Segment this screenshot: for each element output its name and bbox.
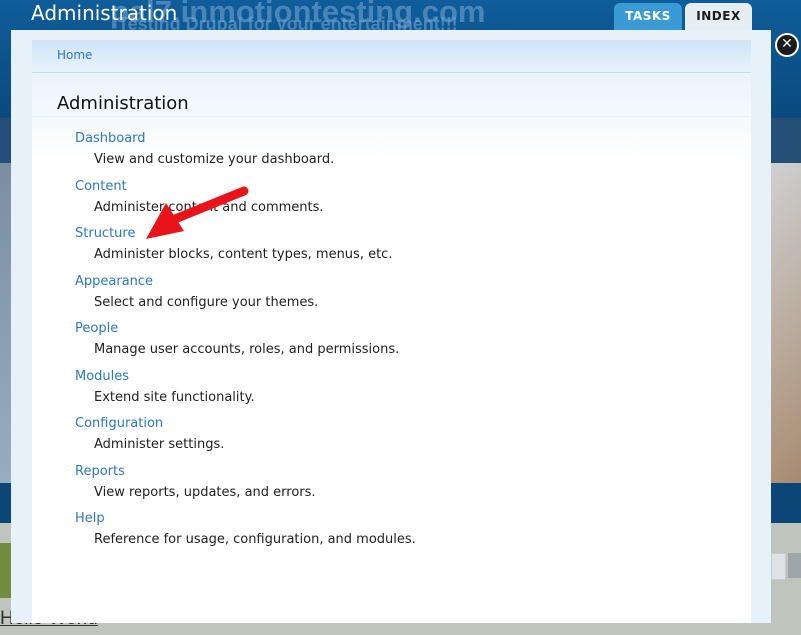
tab-index[interactable]: INDEX [685,3,752,30]
modules-link[interactable]: Modules [75,369,129,385]
structure-link[interactable]: Structure [75,226,135,242]
tab-tasks[interactable]: TASKS [614,3,682,30]
reports-link[interactable]: Reports [75,464,125,480]
annotation-arrow-icon [146,186,249,239]
configuration-description: Administer settings. [94,437,225,452]
breadcrumb [32,40,751,73]
breadcrumb-home-link[interactable]: Home [57,48,92,62]
dashboard-description: View and customize your dashboard. [94,152,335,167]
configuration-link[interactable]: Configuration [75,416,163,432]
site-button [788,553,801,578]
list-item-appearance: Appearance Select and configure your the… [75,274,715,322]
dashboard-link[interactable]: Dashboard [75,131,146,147]
people-description: Manage user accounts, roles, and permiss… [94,342,400,357]
help-description: Reference for usage, configuration, and … [94,532,416,547]
title-divider [32,116,751,117]
page-title: Administration [57,93,189,114]
help-link[interactable]: Help [75,511,105,527]
structure-description: Administer blocks, content types, menus,… [94,247,393,262]
list-item-people: People Manage user accounts, roles, and … [75,321,715,369]
site-input-box [771,553,786,580]
close-icon[interactable]: ✕ [775,33,799,57]
list-item-dashboard: Dashboard View and customize your dashbo… [75,131,715,179]
appearance-description: Select and configure your themes. [94,294,319,310]
appearance-link[interactable]: Appearance [75,274,153,290]
list-item-help: Help Reference for usage, configuration,… [75,511,715,559]
content-link[interactable]: Content [75,179,127,195]
list-item-reports: Reports View reports, updates, and error… [75,464,715,512]
modules-description: Extend site functionality. [94,389,255,405]
overlay-title: Administration [31,1,178,25]
people-link[interactable]: People [75,321,118,337]
list-item-modules: Modules Extend site functionality. [75,369,715,417]
reports-description: View reports, updates, and errors. [94,484,316,500]
list-item-configuration: Configuration Administer settings. [75,416,715,464]
